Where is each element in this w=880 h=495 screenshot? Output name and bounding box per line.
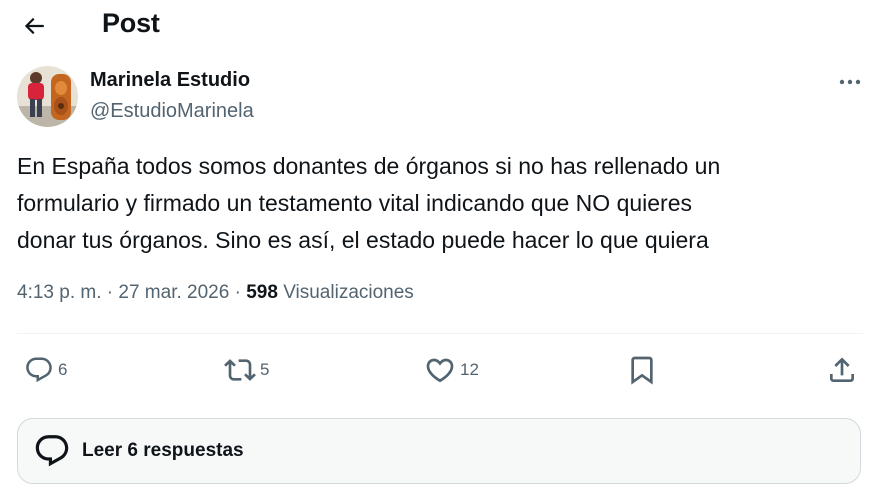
top-bar: Post xyxy=(0,0,880,52)
post-text-line: donar tus órganos. Sino es así, el estad… xyxy=(17,227,709,253)
reply-count: 6 xyxy=(58,360,68,379)
post-meta: 4:13 p. m. · 27 mar. 2026 · 598 Visualiz… xyxy=(17,282,414,304)
views-count: 598 xyxy=(246,282,278,303)
divider xyxy=(17,333,863,334)
repost-icon xyxy=(224,359,256,381)
repost-count: 5 xyxy=(260,360,270,379)
avatar-image xyxy=(17,66,78,127)
author-handle[interactable]: @EstudioMarinela xyxy=(90,100,254,123)
like-count: 12 xyxy=(460,360,479,379)
post-text-line: En España todos somos donantes de órgano… xyxy=(17,153,721,179)
repost-button[interactable]: 5 xyxy=(224,352,269,388)
reply-icon xyxy=(32,431,72,471)
post-text: En España todos somos donantes de órgano… xyxy=(17,148,867,259)
like-button[interactable]: 12 xyxy=(424,352,479,388)
arrow-left-icon xyxy=(24,17,44,35)
post-text-line: formulario y firmado un testamento vital… xyxy=(17,190,693,216)
more-options-button[interactable] xyxy=(834,70,866,94)
avatar[interactable] xyxy=(17,66,78,127)
bookmark-icon xyxy=(631,356,653,385)
author-display-name[interactable]: Marinela Estudio xyxy=(90,69,250,92)
more-horizontal-icon xyxy=(839,79,861,85)
back-button[interactable] xyxy=(14,6,54,46)
post-time[interactable]: 4:13 p. m. xyxy=(17,282,102,303)
share-button[interactable] xyxy=(826,352,858,388)
bookmark-button[interactable] xyxy=(626,352,658,388)
read-replies-button[interactable]: Leer 6 respuestas xyxy=(17,418,861,484)
reply-button[interactable]: 6 xyxy=(24,352,67,388)
read-replies-label: Leer 6 respuestas xyxy=(82,440,244,461)
meta-separator: · xyxy=(106,282,114,303)
heart-icon xyxy=(426,358,454,383)
reply-icon xyxy=(26,357,52,383)
share-icon xyxy=(830,357,854,382)
meta-separator: · xyxy=(234,282,241,303)
post-date[interactable]: 27 mar. 2026 xyxy=(118,282,229,303)
page-title: Post xyxy=(102,8,160,38)
views-label: Visualizaciones xyxy=(283,282,414,303)
